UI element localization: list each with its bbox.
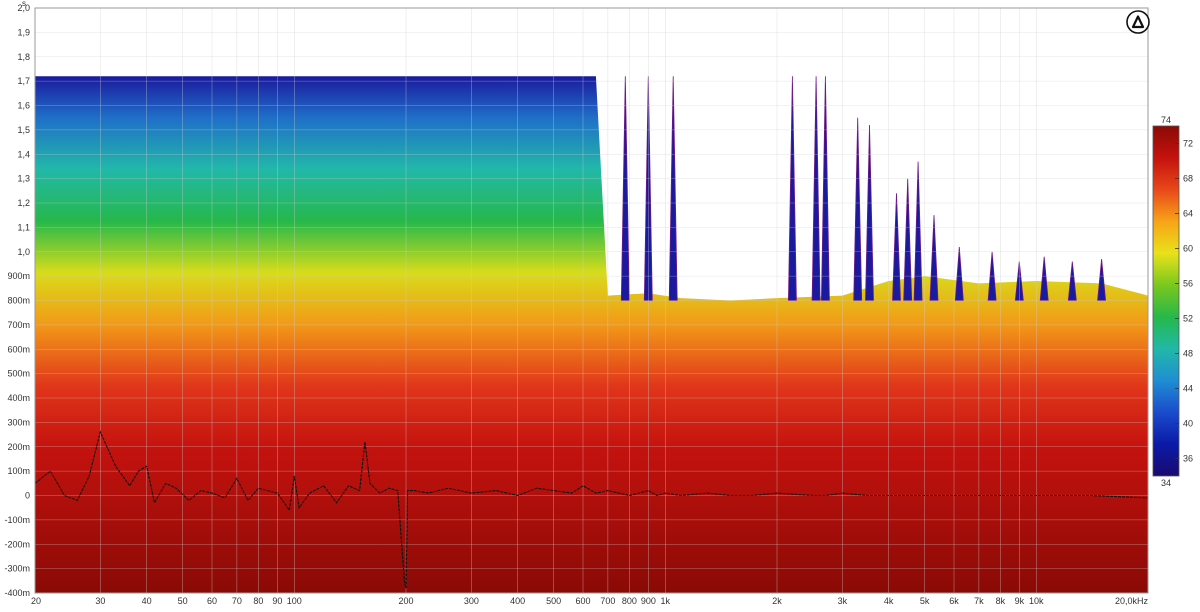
y-tick-label: 1,8 — [17, 52, 30, 62]
colorbar-max-label: 74 — [1161, 115, 1171, 125]
colorbar-min-label: 34 — [1161, 478, 1171, 488]
x-tick-label: 10k — [1029, 596, 1044, 606]
y-tick-label: -400m — [4, 588, 30, 598]
colorbar-tick-label: 68 — [1183, 174, 1193, 184]
x-tick-label: 4k — [884, 596, 894, 606]
colorbar-tick-label: 64 — [1183, 209, 1193, 219]
y-unit-label: s — [22, 0, 26, 8]
colorbar-tick-label: 72 — [1183, 139, 1193, 149]
x-tick-label: 400 — [510, 596, 525, 606]
y-tick-label: 1,6 — [17, 101, 30, 111]
y-tick-label: 600m — [7, 344, 30, 354]
y-tick-label: 100m — [7, 466, 30, 476]
y-tick-label: 1,3 — [17, 174, 30, 184]
x-tick-label: 500 — [546, 596, 561, 606]
x-tick-label: 600 — [575, 596, 590, 606]
x-tick-label: 7k — [974, 596, 984, 606]
colorbar-tick-label: 48 — [1183, 349, 1193, 359]
x-tick-label: 800 — [622, 596, 637, 606]
y-tick-label: -200m — [4, 539, 30, 549]
y-tick-label: 0 — [25, 491, 30, 501]
colorbar-tick-label: 56 — [1183, 279, 1193, 289]
y-tick-label: 300m — [7, 417, 30, 427]
y-tick-label: 1,2 — [17, 198, 30, 208]
spectrogram-plot: 20 30 40 50 60 70 80 90 100 200 300 400 500 600 700 800… — [4, 0, 1193, 606]
y-tick-label: 200m — [7, 442, 30, 452]
x-tick-label: 6k — [949, 596, 959, 606]
x-tick-label: 30 — [95, 596, 105, 606]
x-tick-label: 80 — [253, 596, 263, 606]
x-tick-label: 1k — [661, 596, 671, 606]
x-tick-label: 700 — [600, 596, 615, 606]
x-tick-label: 3k — [838, 596, 848, 606]
waterfall-chart: 20 30 40 50 60 70 80 90 100 200 300 400 500 600 700 800… — [0, 0, 1200, 607]
x-tick-label: 2k — [772, 596, 782, 606]
x-tick-label: 5k — [920, 596, 930, 606]
y-tick-label: 1,4 — [17, 149, 30, 159]
y-tick-label: 500m — [7, 369, 30, 379]
x-tick-label: 20,0kHz — [1115, 596, 1149, 606]
y-tick-label: 1,9 — [17, 27, 30, 37]
x-tick-label: 900 — [641, 596, 656, 606]
x-tick-label: 70 — [232, 596, 242, 606]
y-tick-label: 700m — [7, 320, 30, 330]
y-tick-label: -300m — [4, 564, 30, 574]
x-tick-label: 300 — [464, 596, 479, 606]
colorbar-tick-label: 44 — [1183, 384, 1193, 394]
y-tick-label: 1,5 — [17, 125, 30, 135]
colorbar-tick-label: 40 — [1183, 419, 1193, 429]
y-tick-label: 1,0 — [17, 247, 30, 257]
x-tick-label: 200 — [398, 596, 413, 606]
colorbar-tick-label: 60 — [1183, 244, 1193, 254]
x-tick-label: 8k — [996, 596, 1006, 606]
x-tick-label: 40 — [142, 596, 152, 606]
y-tick-label: -100m — [4, 515, 30, 525]
y-tick-label: 1,7 — [17, 76, 30, 86]
y-tick-label: 400m — [7, 393, 30, 403]
x-tick-label: 20 — [31, 596, 41, 606]
x-tick-label: 60 — [207, 596, 217, 606]
x-tick-label: 90 — [272, 596, 282, 606]
y-tick-label: 800m — [7, 296, 30, 306]
app-logo-icon[interactable] — [1126, 10, 1150, 34]
y-tick-label: 1,1 — [17, 222, 30, 232]
y-tick-label: 900m — [7, 271, 30, 281]
colorbar-tick-label: 36 — [1183, 454, 1193, 464]
x-tick-label: 50 — [178, 596, 188, 606]
x-tick-label: 100 — [287, 596, 302, 606]
colorbar-tick-label: 52 — [1183, 314, 1193, 324]
x-tick-label: 9k — [1015, 596, 1025, 606]
